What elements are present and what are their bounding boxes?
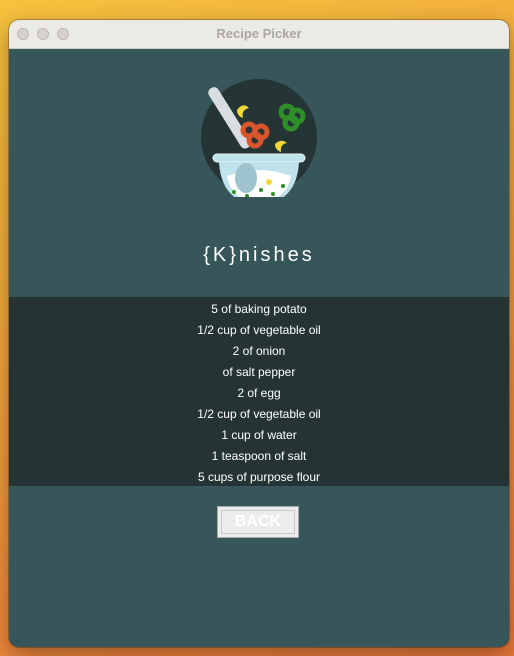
ingredient-item: 1 cup of water xyxy=(221,428,297,442)
ingredient-item: 5 of baking potato xyxy=(211,302,307,316)
ingredient-item: 1/2 cup of vegetable oil xyxy=(197,407,321,421)
window-title: Recipe Picker xyxy=(216,26,302,41)
ingredient-list: 5 of baking potato 1/2 cup of vegetable … xyxy=(9,297,509,486)
recipe-title: {K}nishes xyxy=(203,244,315,266)
title-bar: Recipe Picker xyxy=(9,20,509,49)
back-button[interactable]: BACK xyxy=(217,506,299,538)
ingredient-item: 2 of egg xyxy=(237,386,281,400)
salad-bowl-icon xyxy=(201,79,317,197)
ingredient-item: of salt pepper xyxy=(222,365,296,379)
ingredient-item: 2 of onion xyxy=(232,344,286,358)
back-button-label: BACK xyxy=(221,510,295,534)
ingredient-item: 5 cups of purpose flour xyxy=(197,470,321,484)
ingredient-item: 1/2 cup of vegetable oil xyxy=(197,323,321,337)
ingredient-item: 1 teaspoon of salt xyxy=(211,449,307,463)
app-window: Recipe Picker {K}nishes 5 of baking pota… xyxy=(9,20,509,647)
